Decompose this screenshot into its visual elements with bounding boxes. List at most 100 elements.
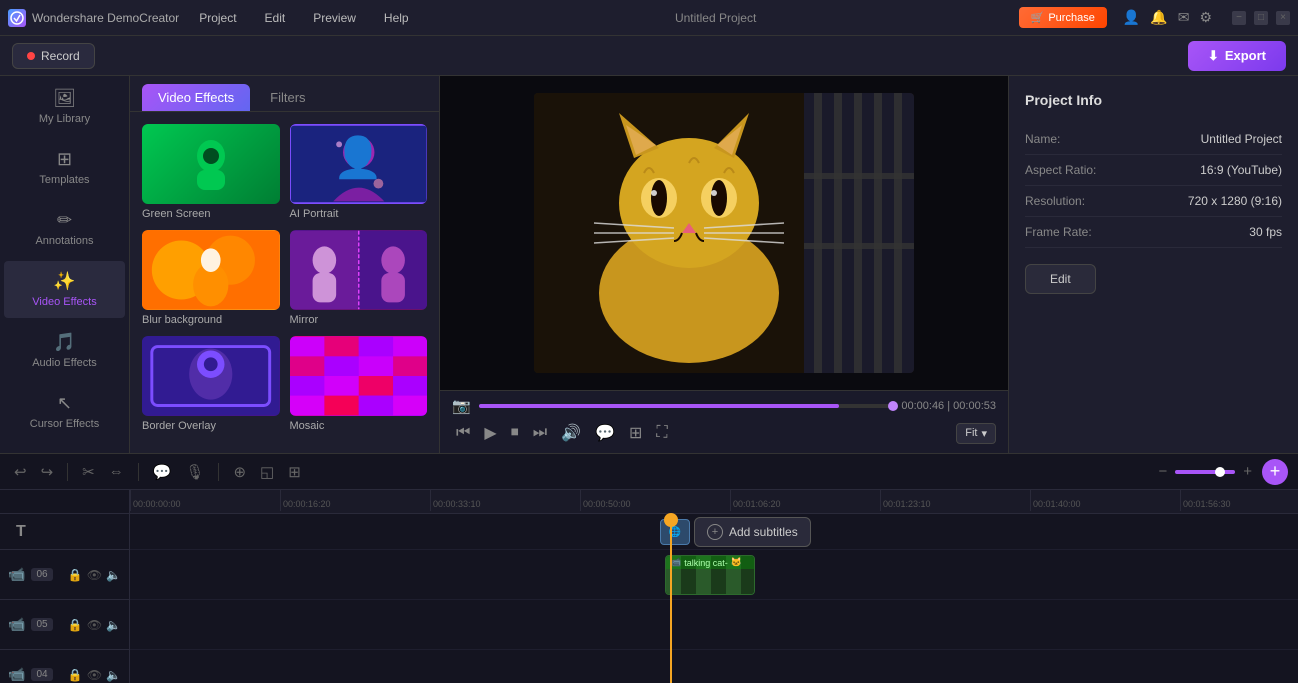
effect-thumbnail-mirror xyxy=(290,230,428,310)
effect-blur-background[interactable]: Blur background xyxy=(142,230,280,326)
sidebar-item-cursor-effects[interactable]: ↖ Cursor Effects xyxy=(4,383,125,440)
subtitle-t-icon: T xyxy=(8,519,34,545)
track-num-04: 04 xyxy=(31,668,52,681)
undo-button[interactable]: ↩ xyxy=(10,461,31,483)
caption-tl-button[interactable]: 💬 xyxy=(149,461,176,483)
forward-button[interactable]: ⏭ xyxy=(529,422,551,444)
effects-grid: Green Screen AI xyxy=(130,112,439,444)
zoom-slider[interactable] xyxy=(1175,470,1235,474)
ruler-mark-0: 00:00:00:00 xyxy=(130,490,280,511)
track-label-06: 📹 06 🔒 👁 🔈 xyxy=(0,550,129,600)
track-row-04 xyxy=(130,650,1298,683)
screenshot-button[interactable]: 📷 xyxy=(452,397,471,415)
progress-bar[interactable] xyxy=(479,404,894,408)
notifications-icon[interactable]: 🔔 xyxy=(1150,9,1167,26)
progress-bar-container: 📷 00:00:46 | 00:00:53 xyxy=(452,397,996,415)
effect-thumbnail-blur-background xyxy=(142,230,280,310)
settings-icon[interactable]: ⚙ xyxy=(1199,9,1212,26)
effect-border-overlay[interactable]: Border Overlay xyxy=(142,336,280,432)
toolbar: Record ⬇ Export xyxy=(0,36,1298,76)
eye-icon-06[interactable]: 👁 xyxy=(87,568,102,582)
export-button[interactable]: ⬇ Export xyxy=(1188,41,1286,71)
zoom-in-button[interactable]: + xyxy=(1239,461,1256,482)
effect-green-screen[interactable]: Green Screen xyxy=(142,124,280,220)
audio-icon-06[interactable]: 🔈 xyxy=(106,568,121,582)
track-controls-05: 🔒 👁 🔈 xyxy=(68,618,121,632)
split-button[interactable]: ✂ xyxy=(78,461,99,483)
stop-button[interactable]: ⏹ xyxy=(507,422,523,444)
record-tl-button[interactable]: 🎙 xyxy=(181,461,208,483)
close-button[interactable]: × xyxy=(1276,11,1290,25)
tab-video-effects[interactable]: Video Effects xyxy=(142,84,250,111)
maximize-button[interactable]: □ xyxy=(1254,11,1268,25)
add-track-button[interactable]: + xyxy=(1262,459,1288,485)
fit-select[interactable]: Fit ▾ xyxy=(956,423,996,444)
effect-mirror[interactable]: Mirror xyxy=(290,230,428,326)
menu-project[interactable]: Project xyxy=(195,9,240,27)
record-button[interactable]: Record xyxy=(12,43,95,69)
main-content: 🖼 My Library ⊞ Templates ✏ Annotations ✨… xyxy=(0,76,1298,453)
fullscreen-button[interactable]: ⛶ xyxy=(652,422,671,444)
track-row-06: 📹 talking cat- 🐱 xyxy=(130,550,1298,600)
eye-icon-04[interactable]: 👁 xyxy=(87,668,102,682)
timeline-toolbar: ↩ ↪ ✂ ⇔ 💬 🎙 ⊕ ◱ ⊞ − + + xyxy=(0,454,1298,490)
sidebar-item-video-effects[interactable]: ✨ Video Effects xyxy=(4,261,125,318)
volume-button[interactable]: 🔊 xyxy=(557,421,585,445)
rewind-button[interactable]: ⏮ xyxy=(452,422,474,444)
lock-icon-06[interactable]: 🔒 xyxy=(68,568,83,582)
audio-icon-04[interactable]: 🔈 xyxy=(106,668,121,682)
insert-button[interactable]: ⊕ xyxy=(229,461,250,483)
ruler-mark-2: 00:00:33:10 xyxy=(430,490,580,511)
time-display: 00:00:46 | 00:00:53 xyxy=(901,400,996,412)
toolbar-divider-1 xyxy=(67,463,68,481)
annotations-icon: ✏ xyxy=(57,210,72,231)
add-subtitles-popup[interactable]: + Add subtitles xyxy=(694,517,811,547)
sidebar-item-annotations[interactable]: ✏ Annotations xyxy=(4,200,125,257)
redo-button[interactable]: ↪ xyxy=(37,461,58,483)
effect-thumbnail-mosaic xyxy=(290,336,428,416)
clip-label-06: talking cat- xyxy=(684,558,728,568)
record-dot xyxy=(27,52,35,60)
timeline-area: ↩ ↪ ✂ ⇔ 💬 🎙 ⊕ ◱ ⊞ − + + T xyxy=(0,453,1298,683)
play-button[interactable]: ▶ xyxy=(480,421,500,445)
menu-preview[interactable]: Preview xyxy=(309,9,360,27)
grid-button[interactable]: ⊞ xyxy=(625,421,646,445)
track-num-06: 06 xyxy=(31,568,52,581)
eye-icon-05[interactable]: 👁 xyxy=(87,618,102,632)
info-row-aspect-ratio: Aspect Ratio: 16:9 (YouTube) xyxy=(1025,155,1282,186)
audio-icon-05[interactable]: 🔈 xyxy=(106,618,121,632)
sidebar-item-templates[interactable]: ⊞ Templates xyxy=(4,139,125,196)
lock-icon-05[interactable]: 🔒 xyxy=(68,618,83,632)
sidebar-item-audio-effects[interactable]: 🎵 Audio Effects xyxy=(4,322,125,379)
tab-filters[interactable]: Filters xyxy=(254,84,321,111)
mail-icon[interactable]: ✉ xyxy=(1178,9,1190,26)
title-bar-icons: 👤 🔔 ✉ ⚙ xyxy=(1123,9,1212,26)
edit-button-panel[interactable]: Edit xyxy=(1025,264,1096,294)
zoom-out-button[interactable]: − xyxy=(1154,461,1171,482)
ripple-button[interactable]: ⇔ xyxy=(105,461,128,482)
menu-help[interactable]: Help xyxy=(380,9,413,27)
preview-controls: 📷 00:00:46 | 00:00:53 ⏮ ▶ ⏹ ⏭ 🔊 💬 ⊞ xyxy=(440,390,1008,453)
menu-edit[interactable]: Edit xyxy=(261,9,290,27)
overlay-button[interactable]: ◱ xyxy=(256,461,278,483)
lock-icon-04[interactable]: 🔒 xyxy=(68,668,83,682)
progress-thumb xyxy=(888,401,898,411)
effect-mosaic[interactable]: Mosaic xyxy=(290,336,428,432)
window-controls: − □ × xyxy=(1232,11,1290,25)
timeline-content: T 📹 06 🔒 👁 🔈 📹 05 🔒 👁 🔈 xyxy=(0,490,1298,683)
purchase-button[interactable]: 🛒 Purchase xyxy=(1019,7,1107,28)
user-icon[interactable]: 👤 xyxy=(1123,9,1140,26)
sidebar-item-pan-zoom[interactable]: 🔍 Pan & Zoom xyxy=(4,444,125,453)
sidebar-item-my-library[interactable]: 🖼 My Library xyxy=(4,78,125,135)
effect-ai-portrait[interactable]: AI Portrait xyxy=(290,124,428,220)
caption-button[interactable]: 💬 xyxy=(591,421,619,445)
preview-video xyxy=(440,76,1008,390)
video-clip-06[interactable]: 📹 talking cat- 🐱 xyxy=(665,555,755,595)
minimize-button[interactable]: − xyxy=(1232,11,1246,25)
export-icon: ⬇ xyxy=(1208,48,1219,64)
layout-button[interactable]: ⊞ xyxy=(284,461,305,483)
purchase-icon: 🛒 xyxy=(1031,11,1045,24)
track-row-subtitle: 🌐 + Add subtitles xyxy=(130,514,1298,550)
ruler-mark-3: 00:00:50:00 xyxy=(580,490,730,511)
playhead[interactable] xyxy=(670,514,672,683)
